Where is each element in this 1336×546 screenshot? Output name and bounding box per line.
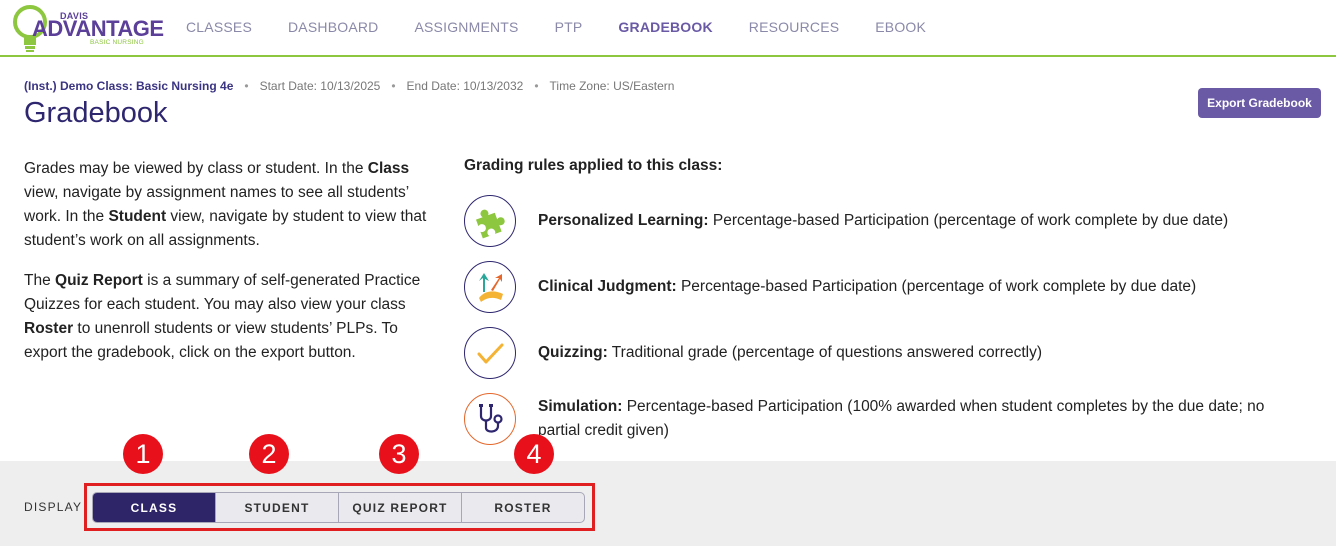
callout-badge-1: 1 bbox=[123, 434, 163, 474]
nav-assignments[interactable]: ASSIGNMENTS bbox=[414, 19, 518, 35]
logo-subtitle: BASIC NURSING bbox=[90, 39, 144, 46]
puzzle-icon bbox=[464, 195, 516, 247]
intro-text: Grades may be viewed by class or student… bbox=[24, 157, 444, 381]
separator-dot: • bbox=[534, 79, 539, 93]
rule-name: Clinical Judgment: bbox=[538, 278, 677, 295]
intro-text-run: Grades may be viewed by class or student… bbox=[24, 160, 368, 177]
intro-keyword: Roster bbox=[24, 320, 74, 337]
rule-description: Percentage-based Participation (percenta… bbox=[680, 278, 1197, 295]
display-option-roster[interactable]: ROSTER bbox=[462, 493, 584, 522]
page-title: Gradebook bbox=[24, 97, 168, 129]
callout-badge-3: 3 bbox=[379, 434, 419, 474]
intro-keyword: Class bbox=[367, 160, 410, 177]
start-date: Start Date: 10/13/2025 bbox=[259, 79, 381, 93]
rule-quizzing: Quizzing: Traditional grade (percentage … bbox=[464, 327, 1324, 379]
grading-rules: Grading rules applied to this class: Per… bbox=[464, 157, 1324, 445]
nav-ptp[interactable]: PTP bbox=[555, 19, 583, 35]
stethoscope-icon bbox=[464, 393, 516, 445]
nav-resources[interactable]: RESOURCES bbox=[749, 19, 839, 35]
display-label: DISPLAY bbox=[24, 500, 83, 514]
rule-description: Percentage-based Participation (percenta… bbox=[712, 212, 1229, 229]
grading-rules-title: Grading rules applied to this class: bbox=[464, 157, 723, 174]
rule-name: Simulation: bbox=[538, 398, 623, 415]
end-date: End Date: 10/13/2032 bbox=[406, 79, 524, 93]
intro-keyword: Quiz Report bbox=[55, 272, 143, 289]
intro-paragraph-1: Grades may be viewed by class or student… bbox=[24, 157, 444, 253]
display-option-student[interactable]: STUDENT bbox=[216, 493, 339, 522]
rule-simulation: Simulation: Percentage-based Participati… bbox=[464, 393, 1324, 445]
nav-gradebook[interactable]: GRADEBOOK bbox=[618, 19, 712, 35]
callout-badge-4: 4 bbox=[514, 434, 554, 474]
main-nav: CLASSES DASHBOARD ASSIGNMENTS PTP GRADEB… bbox=[186, 19, 962, 35]
rule-name: Personalized Learning: bbox=[538, 212, 709, 229]
class-info-bar: (Inst.) Demo Class: Basic Nursing 4e • S… bbox=[24, 79, 674, 93]
time-zone: Time Zone: US/Eastern bbox=[549, 79, 675, 93]
clinical-judgment-icon bbox=[464, 261, 516, 313]
intro-text-run: The bbox=[24, 272, 56, 289]
nav-dashboard[interactable]: DASHBOARD bbox=[288, 19, 378, 35]
intro-keyword: Student bbox=[108, 208, 167, 225]
nav-classes[interactable]: CLASSES bbox=[186, 19, 252, 35]
callout-badge-2: 2 bbox=[249, 434, 289, 474]
separator-dot: • bbox=[244, 79, 249, 93]
rule-description: Traditional grade (percentage of questio… bbox=[611, 344, 1042, 361]
checkmark-icon bbox=[464, 327, 516, 379]
davis-advantage-logo[interactable]: DAVIS ADVANTAGE BASIC NURSING bbox=[12, 4, 164, 54]
display-segmented-control: CLASS STUDENT QUIZ REPORT ROSTER bbox=[92, 492, 585, 523]
separator-dot: • bbox=[391, 79, 396, 93]
rule-personalized-learning: Personalized Learning: Percentage-based … bbox=[464, 195, 1324, 247]
display-option-class[interactable]: CLASS bbox=[93, 493, 216, 522]
display-option-quiz-report[interactable]: QUIZ REPORT bbox=[339, 493, 462, 522]
intro-paragraph-2: The Quiz Report is a summary of self-gen… bbox=[24, 269, 444, 365]
rule-clinical-judgment: Clinical Judgment: Percentage-based Part… bbox=[464, 261, 1324, 313]
class-name-link[interactable]: (Inst.) Demo Class: Basic Nursing 4e bbox=[24, 79, 233, 93]
export-gradebook-button[interactable]: Export Gradebook bbox=[1198, 88, 1321, 118]
intro-text-run: to unenroll students or view students’ P… bbox=[24, 320, 398, 361]
nav-ebook[interactable]: EBOOK bbox=[875, 19, 926, 35]
rule-description: Percentage-based Participation (100% awa… bbox=[538, 398, 1265, 439]
rule-name: Quizzing: bbox=[538, 344, 608, 361]
top-navigation-bar: DAVIS ADVANTAGE BASIC NURSING CLASSES DA… bbox=[0, 0, 1336, 57]
